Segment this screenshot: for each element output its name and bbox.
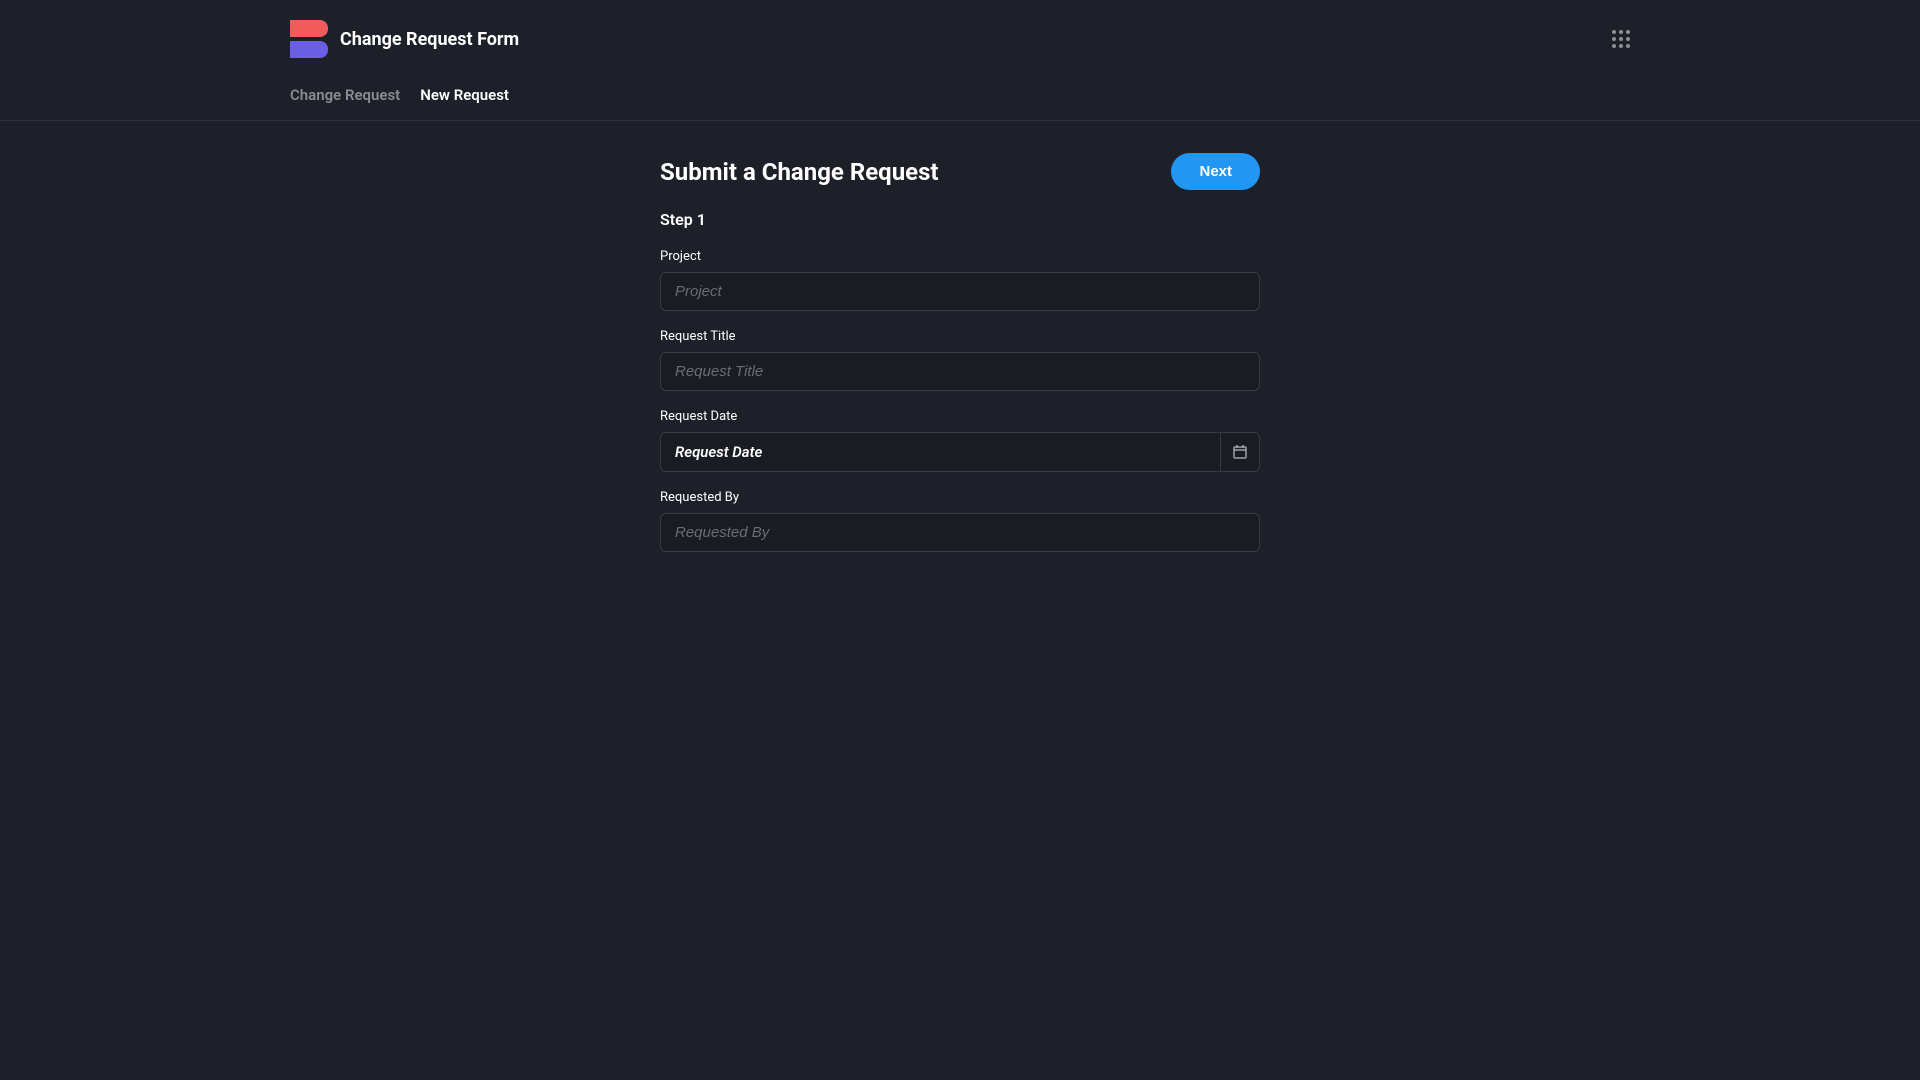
nav-tab-new-request[interactable]: New Request — [420, 86, 509, 104]
request-date-input[interactable]: Request Date — [660, 432, 1220, 472]
requested-by-input[interactable] — [660, 513, 1260, 552]
nav-tab-change-request[interactable]: Change Request — [290, 86, 400, 104]
nav-tabs: Change Request New Request — [0, 74, 1920, 121]
project-field: Project — [660, 249, 1260, 311]
apps-grid-icon[interactable] — [1612, 30, 1630, 48]
request-title-field: Request Title — [660, 329, 1260, 391]
request-date-label: Request Date — [660, 409, 1260, 424]
form-container: Submit a Change Request Next Step 1 Proj… — [660, 153, 1260, 570]
logo-icon — [290, 20, 328, 58]
requested-by-label: Requested By — [660, 490, 1260, 505]
date-input-wrapper: Request Date — [660, 432, 1260, 472]
date-picker-button[interactable] — [1220, 432, 1260, 472]
step-label: Step 1 — [660, 210, 1260, 229]
app-title: Change Request Form — [340, 29, 519, 50]
project-input[interactable] — [660, 272, 1260, 311]
project-label: Project — [660, 249, 1260, 264]
form-title: Submit a Change Request — [660, 158, 939, 186]
requested-by-field: Requested By — [660, 490, 1260, 552]
request-title-label: Request Title — [660, 329, 1260, 344]
form-header: Submit a Change Request Next — [660, 153, 1260, 190]
next-button[interactable]: Next — [1171, 153, 1260, 190]
request-title-input[interactable] — [660, 352, 1260, 391]
content: Submit a Change Request Next Step 1 Proj… — [0, 121, 1920, 602]
request-date-field: Request Date Request Date — [660, 409, 1260, 472]
calendar-icon — [1232, 444, 1248, 460]
header: Change Request Form — [0, 0, 1920, 74]
header-left: Change Request Form — [290, 20, 519, 58]
